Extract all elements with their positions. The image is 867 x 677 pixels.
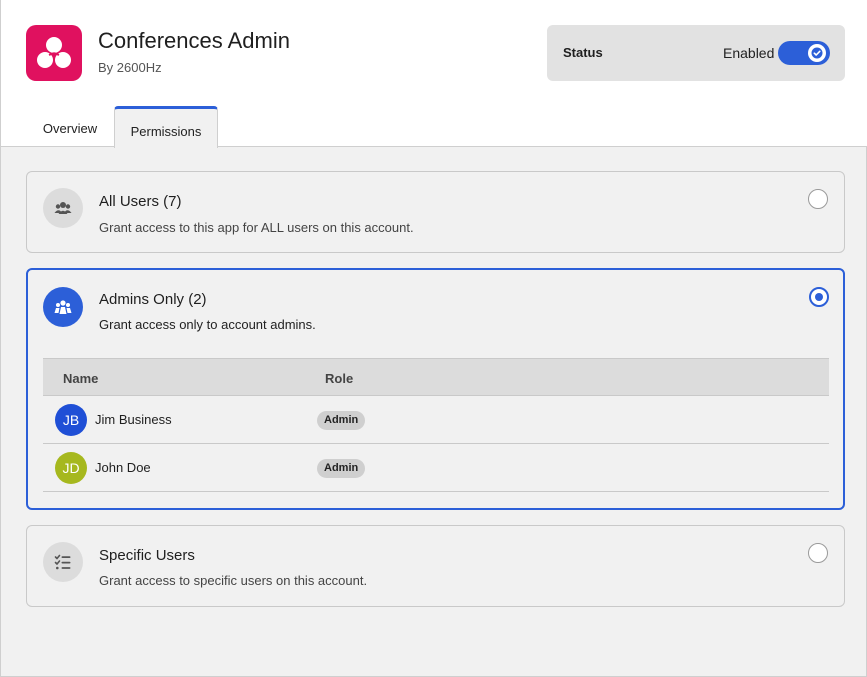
admins-table: Name Role JB Jim Business Admin JD John … <box>43 358 829 492</box>
radio-selected-dot <box>815 293 823 301</box>
admins-only-radio[interactable] <box>809 287 829 307</box>
permission-option-all-users[interactable]: All Users (7) Grant access to this app f… <box>26 171 845 253</box>
option-description: Grant access to specific users on this a… <box>99 573 368 588</box>
avatar: JB <box>55 404 87 436</box>
table-row: JD John Doe Admin <box>43 444 829 492</box>
users-group-icon <box>43 188 83 228</box>
avatar: JD <box>55 452 87 484</box>
permission-option-specific-users[interactable]: Specific Users Grant access to specific … <box>26 525 845 607</box>
enabled-toggle[interactable] <box>778 41 830 65</box>
table-header: Name Role <box>43 358 829 396</box>
user-name: John Doe <box>95 460 151 475</box>
status-value: Enabled <box>723 45 775 61</box>
tab-overview[interactable]: Overview <box>27 108 113 147</box>
status-label: Status <box>563 45 603 60</box>
option-description: Grant access to this app for ALL users o… <box>99 220 414 235</box>
option-description: Grant access only to account admins. <box>99 317 316 332</box>
status-panel: Status Enabled <box>547 25 845 81</box>
check-icon <box>811 47 823 59</box>
tab-permissions[interactable]: Permissions <box>114 106 218 148</box>
role-badge: Admin <box>317 459 366 478</box>
toggle-knob <box>808 44 826 62</box>
app-header: Conferences Admin By 2600Hz Status Enabl… <box>1 0 867 148</box>
conference-logo-icon <box>26 25 82 81</box>
specific-users-radio[interactable] <box>808 543 828 563</box>
option-title: Admins Only (2) <box>99 291 207 308</box>
all-users-radio[interactable] <box>808 189 828 209</box>
checklist-icon <box>43 542 83 582</box>
permission-option-admins-only[interactable]: Admins Only (2) Grant access only to acc… <box>26 268 845 510</box>
column-header-name: Name <box>63 371 99 386</box>
column-header-role: Role <box>325 371 354 386</box>
admins-icon <box>43 287 83 327</box>
app-title: Conferences Admin <box>98 28 290 53</box>
app-vendor: By 2600Hz <box>98 60 162 75</box>
option-title: Specific Users <box>99 547 195 564</box>
table-row: JB Jim Business Admin <box>43 396 829 444</box>
app-frame: Conferences Admin By 2600Hz Status Enabl… <box>0 0 867 677</box>
role-badge: Admin <box>317 411 366 430</box>
option-title: All Users (7) <box>99 193 182 210</box>
user-name: Jim Business <box>95 412 172 427</box>
